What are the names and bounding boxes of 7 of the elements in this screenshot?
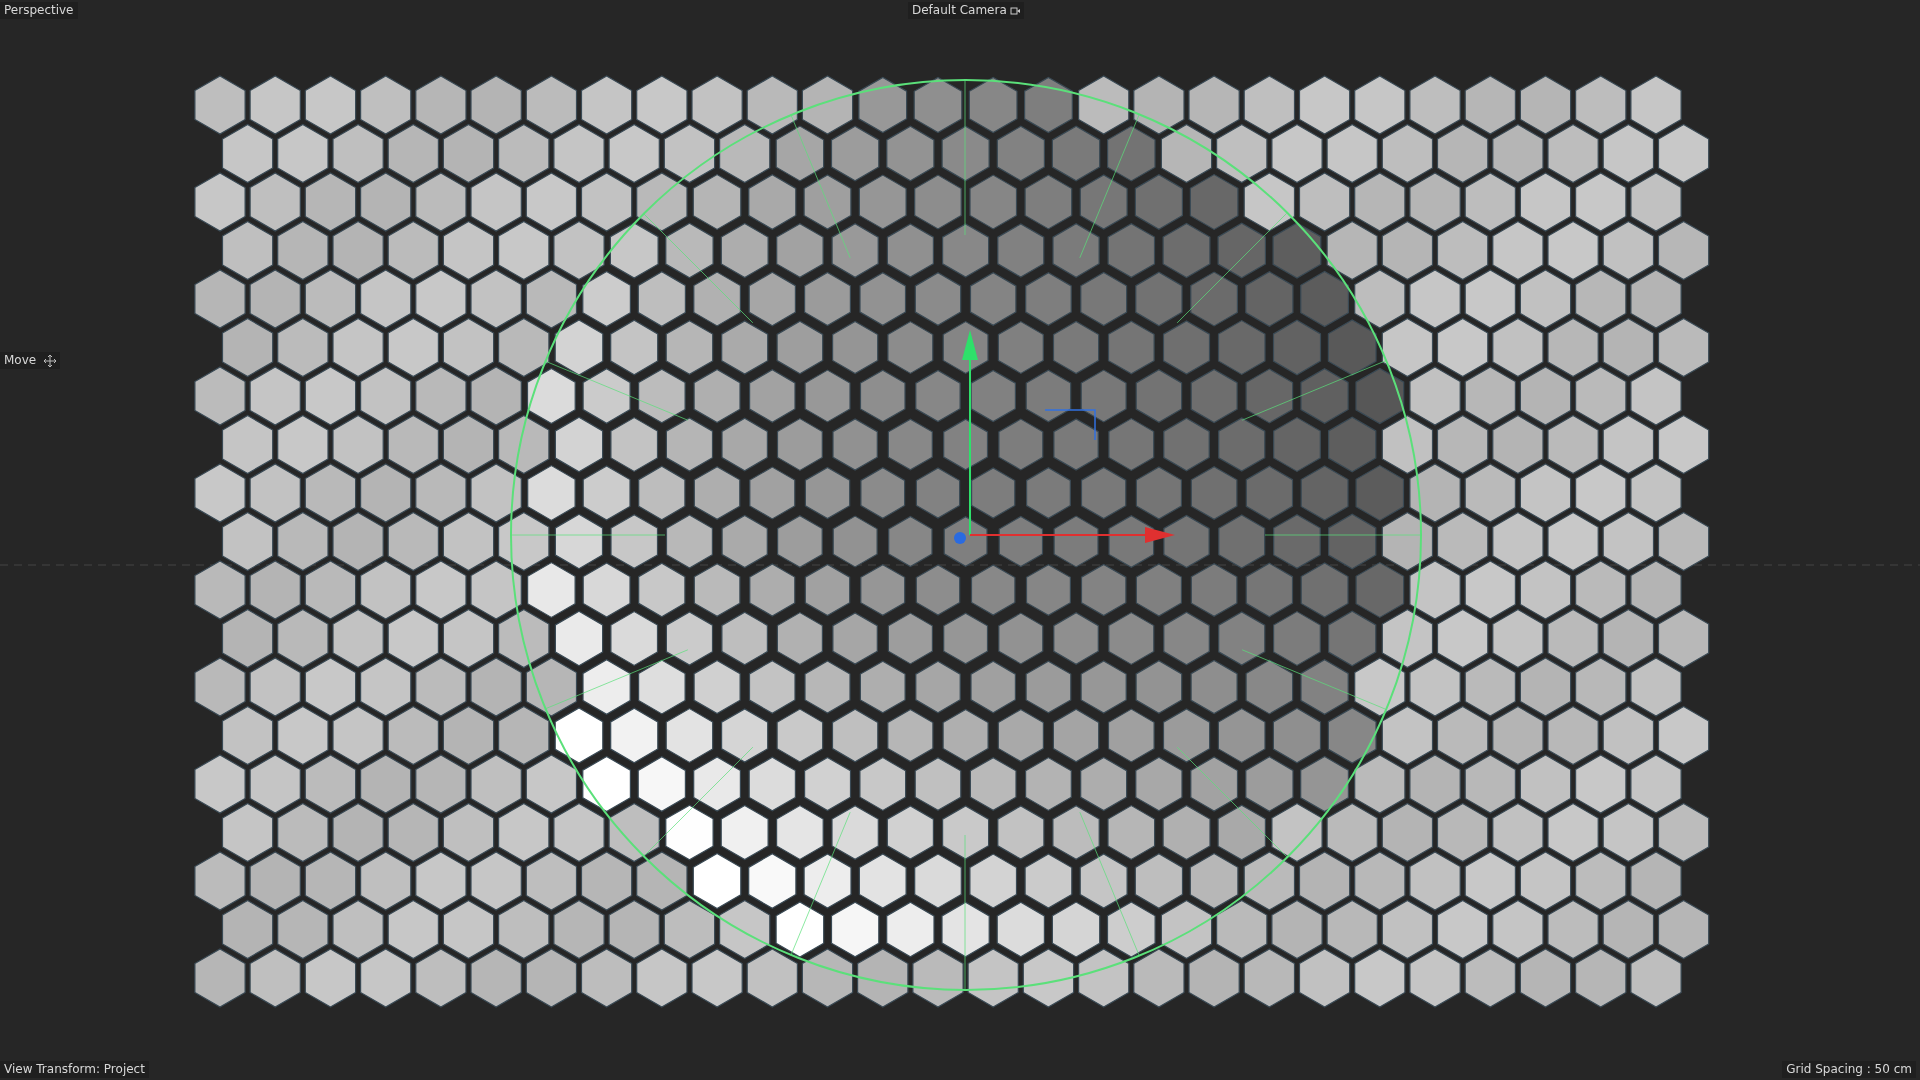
view-name[interactable]: Perspective xyxy=(0,2,78,19)
view-transform-label: View Transform: Project xyxy=(0,1061,149,1078)
tool-name: Move xyxy=(4,353,37,368)
camera-icon xyxy=(1009,5,1020,16)
move-icon xyxy=(44,354,57,367)
camera-menu[interactable]: Default Camera xyxy=(908,2,1024,19)
grid-spacing-label: Grid Spacing : 50 cm xyxy=(1782,1061,1916,1078)
